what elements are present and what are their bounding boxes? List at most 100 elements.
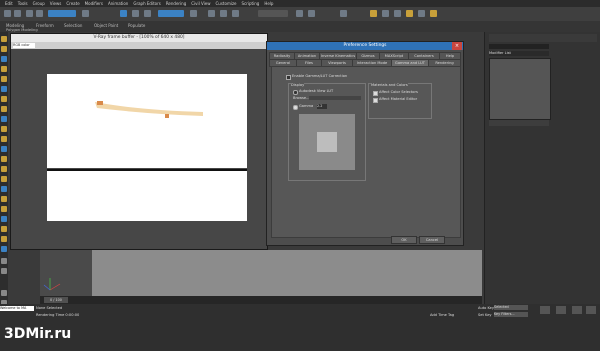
menu-item[interactable]: Views	[50, 0, 62, 7]
command-panel-tabs[interactable]	[489, 34, 597, 42]
named-selection-set[interactable]	[258, 10, 288, 17]
tool-icon[interactable]	[1, 56, 7, 62]
modifier-list-dropdown[interactable]: Modifier List	[489, 51, 549, 56]
menu-item[interactable]: Graph Editors	[133, 0, 160, 7]
affect-color-checkbox[interactable]	[373, 91, 378, 96]
ok-button[interactable]: OK	[391, 236, 417, 244]
snaps-toggle-icon[interactable]	[208, 10, 215, 17]
menu-item[interactable]: Animation	[108, 0, 128, 7]
tool-icon[interactable]	[1, 136, 7, 142]
dialog-title: Preference Settings	[267, 42, 463, 50]
tool-icon[interactable]	[1, 66, 7, 72]
schematic-view-icon[interactable]	[382, 10, 389, 17]
ribbon-tab-object-paint[interactable]: Object Paint	[94, 23, 118, 28]
viewport-left[interactable]	[40, 250, 92, 296]
tool-icon[interactable]	[1, 290, 7, 296]
menu-item[interactable]: Modifiers	[85, 0, 103, 7]
angle-snap-icon[interactable]	[220, 10, 227, 17]
tool-icon[interactable]	[1, 106, 7, 112]
selection-filter-dropdown[interactable]	[48, 10, 76, 17]
select-rotate-icon[interactable]	[132, 10, 139, 17]
key-filters-button[interactable]: Key Filters...	[494, 312, 528, 317]
render-setup-icon[interactable]	[406, 10, 413, 17]
orbit-icon[interactable]	[586, 306, 596, 314]
enable-gamma-checkbox[interactable]	[286, 75, 291, 80]
curve-editor-icon[interactable]	[370, 10, 377, 17]
menu-item[interactable]: Civil View	[191, 0, 210, 7]
tool-icon[interactable]	[1, 36, 7, 42]
layer-manager-icon[interactable]	[340, 10, 347, 17]
tool-icon[interactable]	[1, 216, 7, 222]
zoom-icon[interactable]	[556, 306, 566, 314]
tool-icon[interactable]	[1, 126, 7, 132]
tool-icon[interactable]	[1, 226, 7, 232]
lut-path-field[interactable]	[309, 96, 361, 100]
tool-icon[interactable]	[1, 86, 7, 92]
set-key-label[interactable]: Set Key	[478, 313, 492, 317]
redo-icon[interactable]	[14, 10, 21, 17]
affect-material-checkbox[interactable]	[373, 98, 378, 103]
gamma-spinner[interactable]: 2.2	[317, 104, 327, 109]
rendered-frame-icon[interactable]	[418, 10, 425, 17]
tool-icon[interactable]	[1, 246, 7, 252]
tool-icon[interactable]	[1, 176, 7, 182]
menu-item[interactable]: Scripting	[242, 0, 260, 7]
tool-icon[interactable]	[1, 206, 7, 212]
cancel-button[interactable]: Cancel	[419, 236, 445, 244]
tab-row-1: Radiosity Animation Inverse Kinematics G…	[269, 52, 461, 60]
channel-dropdown[interactable]: RGB color	[13, 43, 35, 48]
menu-item[interactable]: Tools	[18, 0, 28, 7]
select-move-icon[interactable]	[120, 10, 127, 17]
material-editor-icon[interactable]	[394, 10, 401, 17]
menu-item[interactable]: Create	[66, 0, 79, 7]
render-icon[interactable]	[430, 10, 437, 17]
menu-item[interactable]: Edit	[5, 0, 13, 7]
menu-item[interactable]: Customize	[216, 0, 237, 7]
add-time-tag[interactable]: Add Time Tag	[430, 313, 454, 317]
tool-icon[interactable]	[1, 96, 7, 102]
play-icon[interactable]	[540, 306, 550, 314]
mirror-icon[interactable]	[296, 10, 303, 17]
ribbon-tab-freeform[interactable]: Freeform	[36, 23, 54, 28]
unlink-icon[interactable]	[36, 10, 43, 17]
ribbon-tab-populate[interactable]: Populate	[128, 23, 145, 28]
pan-icon[interactable]	[572, 306, 582, 314]
align-icon[interactable]	[308, 10, 315, 17]
tool-icon[interactable]	[1, 46, 7, 52]
menu-item[interactable]: Group	[33, 0, 45, 7]
tool-icon[interactable]	[1, 268, 7, 274]
link-icon[interactable]	[26, 10, 33, 17]
tool-icon[interactable]	[1, 156, 7, 162]
tool-icon[interactable]	[1, 76, 7, 82]
undo-icon[interactable]	[4, 10, 11, 17]
reference-coord-dropdown[interactable]	[158, 10, 184, 17]
autodesk-lut-radio[interactable]	[293, 90, 298, 95]
menu-item[interactable]: Help	[264, 0, 273, 7]
tool-icon[interactable]	[1, 116, 7, 122]
auto-key-label[interactable]: Auto Key	[478, 306, 494, 310]
tool-icon[interactable]	[1, 186, 7, 192]
tool-icon[interactable]	[1, 146, 7, 152]
menu-item[interactable]: Rendering	[166, 0, 186, 7]
preference-settings-dialog: Preference Settings × Radiosity Animatio…	[266, 41, 464, 246]
tool-icon[interactable]	[1, 196, 7, 202]
select-scale-icon[interactable]	[144, 10, 151, 17]
key-mode-dropdown[interactable]: Selected	[494, 305, 528, 310]
modifier-stack[interactable]	[489, 58, 551, 120]
object-name-field[interactable]	[489, 44, 549, 49]
tool-icon[interactable]	[1, 258, 7, 264]
ribbon-tab-selection[interactable]: Selection	[64, 23, 82, 28]
tool-icon[interactable]	[1, 236, 7, 242]
pivot-icon[interactable]	[190, 10, 197, 17]
frame-counter[interactable]: 0 / 100	[44, 297, 68, 303]
gamma-radio[interactable]	[293, 105, 298, 110]
autodesk-lut-label: Autodesk View LUT	[299, 89, 334, 93]
close-icon[interactable]: ×	[452, 42, 462, 50]
maxscript-listener[interactable]: Welcome to MA	[0, 306, 34, 311]
stack-controls[interactable]	[489, 120, 549, 126]
tool-icon[interactable]	[1, 166, 7, 172]
select-object-icon[interactable]	[82, 10, 89, 17]
time-slider[interactable]: 0 / 100	[40, 296, 482, 304]
percent-snap-icon[interactable]	[232, 10, 239, 17]
perspective-viewport[interactable]	[92, 250, 482, 296]
